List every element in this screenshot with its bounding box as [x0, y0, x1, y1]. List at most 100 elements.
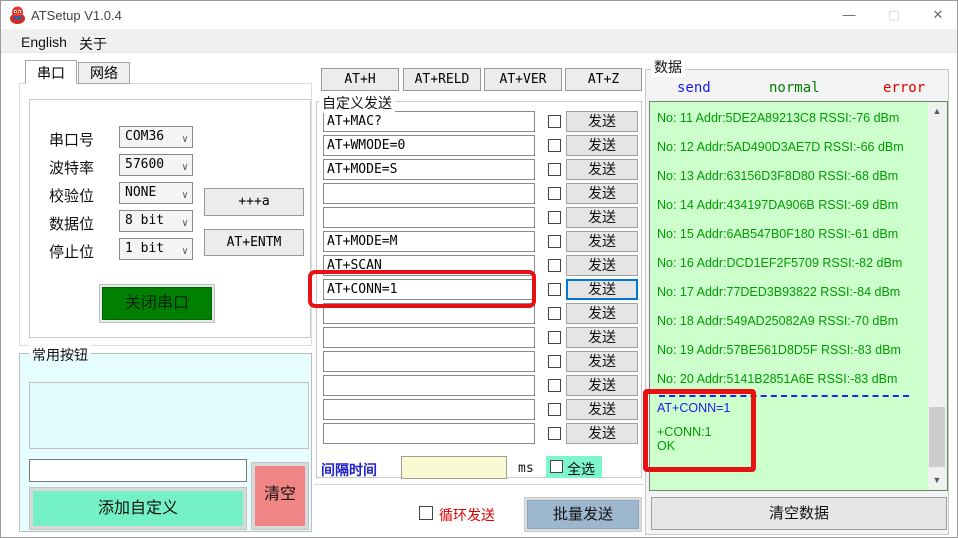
send-button[interactable]: 发送 [566, 279, 638, 300]
send-button[interactable]: 发送 [566, 327, 638, 348]
terminal-line: No: 19 Addr:57BE561D8D5F RSSI:-83 dBm [657, 343, 901, 357]
tab-serial[interactable]: 串口 [25, 60, 77, 84]
send-button[interactable]: 发送 [566, 423, 638, 444]
data-group-title: 数据 [651, 57, 685, 77]
terminal-line: AT+CONN=1 [657, 401, 731, 415]
chevron-down-icon: ∨ [181, 218, 188, 229]
terminal-line: No: 18 Addr:549AD25082A9 RSSI:-70 dBm [657, 314, 899, 328]
close-button[interactable]: ✕ [923, 5, 953, 25]
scroll-down-arrow-icon[interactable]: ▼ [928, 472, 946, 489]
command-checkbox[interactable] [548, 403, 561, 416]
clear-data-button[interactable]: 清空数据 [651, 497, 947, 530]
send-button[interactable]: 发送 [566, 159, 638, 180]
scrollbar-thumb[interactable] [929, 407, 945, 467]
stop-bits-select[interactable]: 1 bit ∨ [119, 238, 193, 260]
add-custom-button[interactable]: 添加自定义 [29, 487, 247, 530]
custom-send-title: 自定义发送 [319, 93, 395, 113]
common-buttons-list[interactable] [29, 382, 309, 449]
command-checkbox[interactable] [548, 139, 561, 152]
command-checkbox[interactable] [548, 283, 561, 296]
at-reld-button[interactable]: AT+RELD [403, 68, 481, 91]
com-port-label: 串口号 [49, 132, 95, 149]
baud-rate-label: 波特率 [49, 160, 95, 177]
at-h-button[interactable]: AT+H [321, 68, 399, 91]
close-port-label: 关闭串口 [102, 287, 212, 320]
command-input[interactable]: AT+MODE=S [323, 159, 535, 180]
command-checkbox[interactable] [548, 115, 561, 128]
loop-send-checkbox[interactable] [419, 506, 433, 520]
window-title: ATSetup V1.0.4 [31, 8, 122, 23]
at-z-button[interactable]: AT+Z [565, 68, 642, 91]
terminal-line: No: 14 Addr:434197DA906B RSSI:-69 dBm [657, 198, 899, 212]
command-input[interactable] [323, 375, 535, 396]
command-input[interactable] [323, 327, 535, 348]
legend-send: send [677, 80, 711, 96]
command-input[interactable]: AT+SCAN [323, 255, 535, 276]
command-input[interactable]: AT+CONN=1 [323, 279, 535, 300]
tab-network[interactable]: 网络 [78, 62, 130, 84]
command-checkbox[interactable] [548, 307, 561, 320]
maximize-button[interactable]: ▢ [879, 5, 909, 25]
menu-bar: English 关于 [1, 29, 957, 53]
at-entm-button[interactable]: AT+ENTM [204, 229, 304, 256]
parity-select[interactable]: NONE ∨ [119, 182, 193, 204]
send-button[interactable]: 发送 [566, 207, 638, 228]
scroll-up-arrow-icon[interactable]: ▲ [928, 103, 946, 120]
legend-normal: normal [769, 80, 820, 96]
command-checkbox[interactable] [548, 427, 561, 440]
command-input[interactable]: AT+MODE=M [323, 231, 535, 252]
command-checkbox[interactable] [548, 355, 561, 368]
data-bits-select[interactable]: 8 bit ∨ [119, 210, 193, 232]
terminal-scrollbar[interactable]: ▲ ▼ [928, 103, 946, 489]
stop-bits-label: 停止位 [49, 244, 95, 261]
command-checkbox[interactable] [548, 187, 561, 200]
command-checkbox[interactable] [548, 259, 561, 272]
common-buttons-title: 常用按钮 [29, 345, 91, 365]
clear-label: 清空 [255, 466, 305, 526]
send-button[interactable]: 发送 [566, 231, 638, 252]
command-checkbox[interactable] [548, 163, 561, 176]
minimize-button[interactable]: — [834, 5, 864, 25]
send-button[interactable]: 发送 [566, 303, 638, 324]
com-port-select[interactable]: COM36 ∨ [119, 126, 193, 148]
terminal-line: +CONN:1 [657, 425, 712, 439]
send-button[interactable]: 发送 [566, 135, 638, 156]
command-input[interactable] [323, 303, 535, 324]
send-button[interactable]: 发送 [566, 255, 638, 276]
command-input[interactable] [323, 351, 535, 372]
command-input[interactable] [323, 183, 535, 204]
command-input[interactable] [323, 207, 535, 228]
data-bits-label: 数据位 [49, 216, 95, 233]
command-input[interactable]: AT+WMODE=0 [323, 135, 535, 156]
baud-rate-select[interactable]: 57600 ∨ [119, 154, 193, 176]
command-checkbox[interactable] [548, 235, 561, 248]
clear-button[interactable]: 清空 [251, 462, 309, 530]
menu-item-english[interactable]: English [15, 32, 73, 52]
plus-plus-plus-a-button[interactable]: +++a [204, 188, 304, 216]
send-button[interactable]: 发送 [566, 183, 638, 204]
common-command-input[interactable] [29, 459, 247, 482]
command-checkbox[interactable] [548, 379, 561, 392]
parity-label: 校验位 [49, 188, 95, 205]
send-button[interactable]: 发送 [566, 375, 638, 396]
menu-item-about[interactable]: 关于 [73, 32, 113, 56]
close-port-button[interactable]: 关闭串口 [99, 284, 215, 323]
batch-send-button[interactable]: 批量发送 [524, 497, 642, 532]
terminal-line: No: 12 Addr:5AD490D3AE7D RSSI:-66 dBm [657, 140, 904, 154]
title-bar: ATSetup V1.0.4 — ▢ ✕ [1, 1, 957, 29]
add-custom-label: 添加自定义 [33, 491, 243, 526]
command-input[interactable] [323, 423, 535, 444]
at-ver-button[interactable]: AT+VER [484, 68, 562, 91]
send-button[interactable]: 发送 [566, 111, 638, 132]
command-input[interactable] [323, 399, 535, 420]
data-bits-value: 8 bit [125, 213, 165, 228]
command-checkbox[interactable] [548, 331, 561, 344]
command-input[interactable]: AT+MAC? [323, 111, 535, 132]
send-button[interactable]: 发送 [566, 399, 638, 420]
terminal-output[interactable]: No: 11 Addr:5DE2A89213C8 RSSI:-76 dBm No:… [649, 101, 948, 491]
loop-send-label: 循环发送 [439, 507, 495, 523]
select-all-checkbox[interactable] [550, 460, 563, 473]
interval-time-input[interactable] [401, 456, 507, 479]
send-button[interactable]: 发送 [566, 351, 638, 372]
command-checkbox[interactable] [548, 211, 561, 224]
